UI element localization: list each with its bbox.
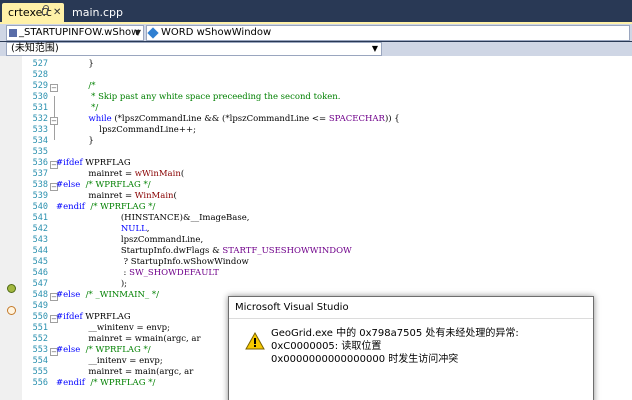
lock-icon	[42, 5, 49, 15]
line-number: 544	[32, 246, 48, 256]
chevron-down-icon: ▼	[371, 44, 378, 53]
type-dropdown-value: _STARTUPINFOW.wShow	[19, 27, 140, 38]
line-number: 533	[32, 125, 48, 135]
code-line[interactable]: #else /* WPRFLAG */	[56, 345, 151, 356]
dialog-message-line1: GeoGrid.exe 中的 0x798a7505 处有未经处理的异常: 0xC…	[271, 328, 519, 352]
line-number: 552	[32, 334, 48, 344]
line-number: 529	[32, 81, 48, 91]
dialog-message: GeoGrid.exe 中的 0x798a7505 处有未经处理的异常: 0xC…	[271, 327, 589, 366]
line-number: 530	[32, 92, 48, 102]
code-line[interactable]: #ifdef WPRFLAG	[56, 312, 131, 323]
tab-label: main.cpp	[72, 6, 123, 19]
line-number: 528	[32, 70, 48, 80]
line-number: 550	[32, 312, 48, 322]
navigation-bar: _STARTUPINFOW.wShow ▼ WORD wShowWindow	[0, 24, 632, 41]
line-number: 548	[32, 290, 48, 300]
line-number: 556	[32, 378, 48, 388]
dialog-title: Microsoft Visual Studio	[229, 297, 593, 319]
line-number: 537	[32, 169, 48, 179]
line-number: 534	[32, 136, 48, 146]
code-line[interactable]: #else /* _WINMAIN_ */	[56, 290, 159, 301]
struct-icon	[9, 29, 17, 37]
code-line[interactable]: __winitenv = envp;	[56, 323, 170, 334]
code-line[interactable]: __initenv = envp;	[56, 356, 162, 367]
line-number: 543	[32, 235, 48, 245]
line-number: 527	[32, 59, 48, 69]
scope-dropdown-value: (未知范围)	[11, 43, 59, 54]
code-line[interactable]: mainret = WinMain(	[56, 191, 176, 202]
code-line[interactable]: : SW_SHOWDEFAULT	[56, 268, 219, 279]
code-line[interactable]: );	[56, 279, 127, 290]
line-number: 547	[32, 279, 48, 289]
line-number: 539	[32, 191, 48, 201]
line-number: 546	[32, 268, 48, 278]
code-line[interactable]: #endif /* WPRFLAG */	[56, 202, 155, 213]
close-icon[interactable]: ✕	[53, 3, 61, 22]
code-line[interactable]: * Skip past any white space preceeding t…	[56, 92, 340, 103]
warning-icon	[245, 332, 265, 350]
line-number: 531	[32, 103, 48, 113]
code-line[interactable]: /*	[56, 81, 95, 92]
code-line[interactable]: (HINSTANCE)&__ImageBase,	[56, 213, 250, 224]
line-number: 549	[32, 301, 48, 311]
chevron-down-icon: ▼	[134, 28, 141, 37]
line-number: 540	[32, 202, 48, 212]
call-stack-frame-icon[interactable]	[7, 306, 16, 315]
line-number: 536	[32, 158, 48, 168]
line-number: 538	[32, 180, 48, 190]
code-line[interactable]: StartupInfo.dwFlags & STARTF_USESHOWWIND…	[56, 246, 352, 257]
code-line[interactable]: lpszCommandLine,	[56, 235, 203, 246]
field-icon	[147, 27, 159, 39]
line-number: 555	[32, 367, 48, 377]
code-line[interactable]: mainret = wmain(argc, ar	[56, 334, 200, 345]
code-line[interactable]: ? StartupInfo.wShowWindow	[56, 257, 249, 268]
line-number: 532	[32, 114, 48, 124]
code-line[interactable]: #ifdef WPRFLAG	[56, 158, 131, 169]
code-line[interactable]: mainret = wWinMain(	[56, 169, 184, 180]
tab-main-cpp[interactable]: main.cpp	[66, 3, 126, 22]
scope-dropdown[interactable]: (未知范围) ▼	[6, 42, 382, 56]
code-line[interactable]: #else /* WPRFLAG */	[56, 180, 151, 191]
line-number: 545	[32, 257, 48, 267]
code-line[interactable]: }	[56, 59, 93, 70]
document-tab-strip: crtexe.c ✕ main.cpp	[0, 0, 632, 22]
current-statement-icon[interactable]	[7, 284, 16, 293]
exception-dialog: Microsoft Visual Studio GeoGrid.exe 中的 0…	[228, 296, 594, 400]
code-line[interactable]: #endif /* WPRFLAG */	[56, 378, 155, 389]
line-number: 554	[32, 356, 48, 366]
line-number: 542	[32, 224, 48, 234]
line-number: 553	[32, 345, 48, 355]
scope-bar: (未知范围) ▼	[0, 42, 632, 56]
dialog-message-line2: 0x0000000000000000 时发生访问冲突	[271, 354, 459, 365]
member-dropdown-value: WORD wShowWindow	[161, 27, 272, 38]
member-dropdown[interactable]: WORD wShowWindow	[146, 25, 630, 41]
code-line[interactable]: mainret = main(argc, ar	[56, 367, 193, 378]
code-line[interactable]: NULL,	[56, 224, 150, 235]
code-line[interactable]: lpszCommandLine++;	[56, 125, 196, 136]
glyph-margin[interactable]	[0, 56, 22, 400]
type-dropdown[interactable]: _STARTUPINFOW.wShow ▼	[6, 25, 144, 41]
code-line[interactable]: */	[56, 103, 98, 114]
dialog-body: GeoGrid.exe 中的 0x798a7505 处有未经处理的异常: 0xC…	[229, 319, 593, 400]
tab-crtexe-c[interactable]: crtexe.c ✕	[2, 3, 64, 22]
line-number: 535	[32, 147, 48, 157]
code-line[interactable]: }	[56, 136, 93, 147]
code-line[interactable]: while (*lpszCommandLine && (*lpszCommand…	[56, 114, 399, 125]
line-number: 551	[32, 323, 48, 333]
line-number: 541	[32, 213, 48, 223]
